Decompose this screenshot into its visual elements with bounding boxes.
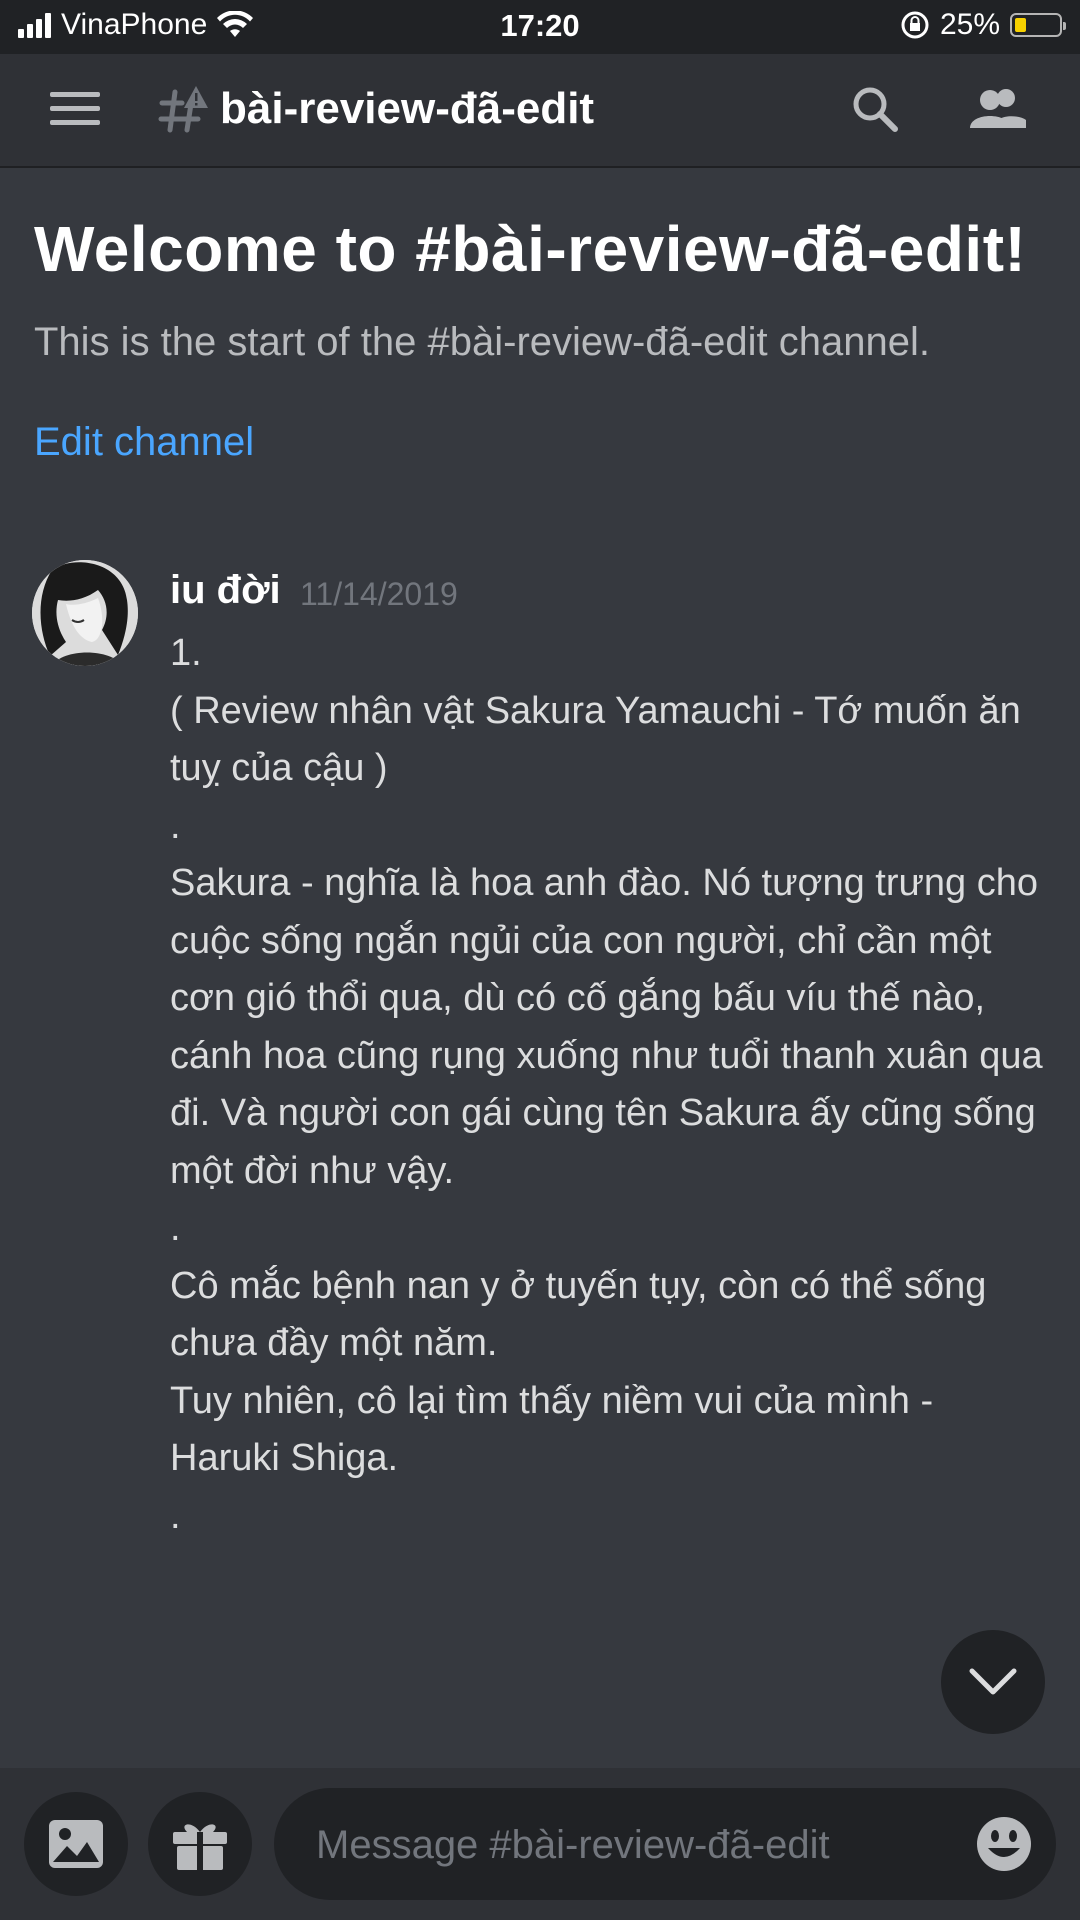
gift-button[interactable]: [148, 1792, 252, 1896]
welcome-subtitle: This is the start of the #bài-review-đã-…: [34, 320, 930, 364]
emoji-icon[interactable]: [974, 1814, 1034, 1874]
edit-channel-link[interactable]: Edit channel: [34, 420, 254, 465]
status-right: 25%: [900, 8, 1066, 42]
battery-fill: [1015, 18, 1026, 32]
image-button[interactable]: [24, 1792, 128, 1896]
search-icon[interactable]: [850, 84, 900, 134]
message-author[interactable]: iu đời: [170, 568, 281, 613]
channel-header: bài-review-đã-edit: [0, 54, 1080, 168]
channel-title: bài-review-đã-edit: [220, 84, 595, 133]
message-line: .: [170, 804, 181, 847]
scroll-to-bottom-button[interactable]: [941, 1630, 1045, 1734]
orientation-lock-icon: [901, 11, 929, 39]
battery-icon: [1010, 13, 1066, 37]
message-input[interactable]: [314, 1788, 918, 1902]
hash-lock-icon: [158, 86, 208, 133]
message-line: Cô mắc bệnh nan y ở tuyến tụy, còn có th…: [170, 1264, 997, 1365]
status-bar: VinaPhone 17:20 25%: [0, 0, 1080, 54]
battery-percent: 25%: [939, 8, 1000, 41]
message-line: .: [170, 1494, 181, 1537]
avatar[interactable]: [32, 560, 138, 666]
message-input-wrapper[interactable]: [274, 1788, 1056, 1902]
image-icon: [49, 1820, 103, 1868]
message-line: .: [170, 1207, 181, 1249]
message-line: Sakura - nghĩa là hoa anh đào. Nó tượng …: [170, 862, 1054, 1192]
message-timestamp: 11/14/2019: [300, 576, 458, 612]
hamburger-icon[interactable]: [50, 92, 100, 126]
welcome-title: Welcome to #bài-review-đã-edit!: [34, 213, 1027, 285]
members-icon[interactable]: [968, 84, 1028, 134]
message-composer: [0, 1768, 1080, 1920]
message-body: 1. ( Review nhân vật Sakura Yamauchi - T…: [170, 625, 1050, 1545]
message-line: Tuy nhiên, cô lại tìm thấy niềm vui của …: [170, 1379, 944, 1480]
message-line: 1.: [170, 632, 202, 674]
message-line: ( Review nhân vật Sakura Yamauchi - Tớ m…: [170, 689, 1032, 790]
avatar-image: [32, 560, 138, 666]
gift-icon: [173, 1824, 227, 1870]
chevron-down-icon: [969, 1668, 1017, 1695]
